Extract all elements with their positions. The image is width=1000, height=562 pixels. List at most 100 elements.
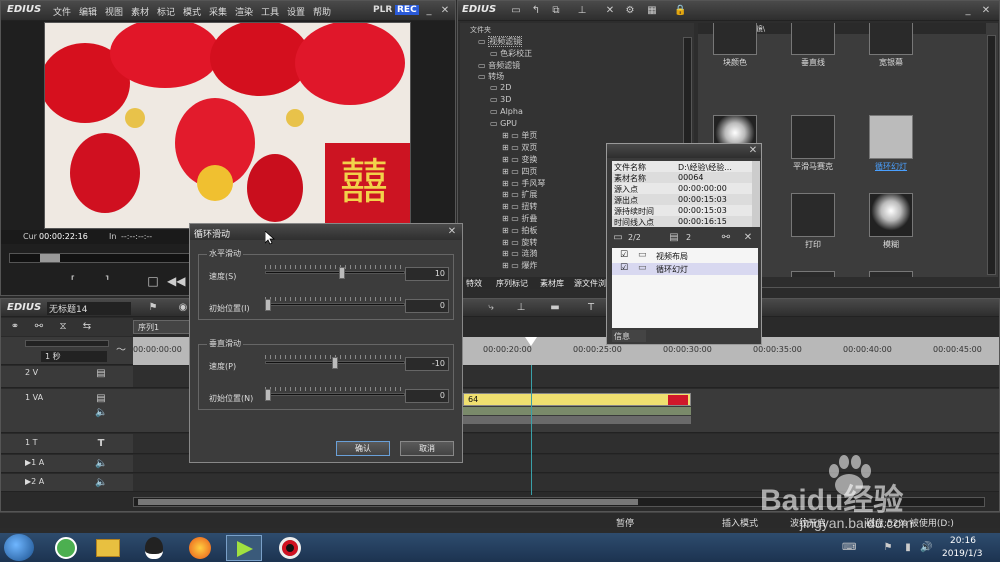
taskbar-browser-360[interactable] xyxy=(48,535,84,561)
menu-render[interactable]: 渲染 xyxy=(235,5,253,18)
v-init-knob[interactable] xyxy=(265,389,271,401)
split-icon[interactable]: ⤷ xyxy=(485,302,497,314)
close-icon[interactable]: ✕ xyxy=(747,145,759,157)
menu-edit[interactable]: 编辑 xyxy=(79,5,97,18)
track-header-1a[interactable]: ▶1 A 🔈 xyxy=(1,455,133,473)
audio-speaker-icon[interactable]: 🔈 xyxy=(95,458,107,470)
tray-flag-icon[interactable]: ⚑ xyxy=(882,542,894,554)
menu-settings[interactable]: 设置 xyxy=(287,5,305,18)
effect-thumbnail[interactable] xyxy=(791,115,835,159)
scrubber-knob[interactable] xyxy=(40,254,60,262)
tree-item[interactable]: ⊞ ▭ 单页 xyxy=(502,130,537,141)
sync-icon[interactable]: ⇆ xyxy=(81,321,93,333)
close-icon[interactable]: ✕ xyxy=(980,5,992,17)
h-init-slider[interactable] xyxy=(265,303,405,306)
tree-item[interactable]: ⊞ ▭ 涟漪 xyxy=(502,248,537,259)
clock-time[interactable]: 20:16 xyxy=(950,536,976,546)
filter-row[interactable]: ☑ ▭ 循环幻灯 xyxy=(612,263,758,275)
insert-icon[interactable]: ⊥ xyxy=(576,5,588,17)
rec-label[interactable]: REC xyxy=(395,5,419,15)
audio-speaker-icon[interactable]: 🔈 xyxy=(95,407,107,419)
tree-item[interactable]: ⊞ ▭ 手风琴 xyxy=(502,178,545,189)
link-icon[interactable]: ⚯ xyxy=(720,232,732,244)
effect-thumbnail[interactable] xyxy=(869,193,913,237)
v-speed-value[interactable]: -10 xyxy=(405,357,449,371)
h-speed-slider[interactable] xyxy=(265,271,405,274)
tree-item[interactable]: ▭ 视频滤镜 xyxy=(478,36,523,47)
view-icon[interactable]: ▦ xyxy=(646,5,658,17)
ok-button[interactable]: 确认 xyxy=(336,441,390,456)
effect-thumbnail[interactable] xyxy=(869,115,913,159)
v-speed-knob[interactable] xyxy=(332,357,338,369)
h-init-knob[interactable] xyxy=(265,299,271,311)
tree-item[interactable]: ⊞ ▭ 扩展 xyxy=(502,189,537,200)
tree-item[interactable]: ▭ 转场 xyxy=(478,71,504,82)
mode-icon[interactable]: ⚭ xyxy=(9,321,21,333)
menu-capture[interactable]: 采集 xyxy=(209,5,227,18)
clip-video[interactable]: 64 xyxy=(463,393,691,406)
scale-slider[interactable] xyxy=(25,340,109,347)
folder-icon[interactable]: ▭ xyxy=(510,5,522,17)
minimize-icon[interactable]: _ xyxy=(423,5,435,17)
filter-row[interactable]: ☑ ▭ 视频布局 xyxy=(612,250,758,262)
tree-item[interactable]: ▭ GPU xyxy=(490,119,517,128)
menu-file[interactable]: 文件 xyxy=(53,5,71,18)
mark-in-icon[interactable]: ⸢ xyxy=(67,275,79,287)
close-icon[interactable]: ✕ xyxy=(446,226,458,238)
snapshot-icon[interactable]: ◉ xyxy=(177,302,189,314)
delete-icon[interactable]: ✕ xyxy=(604,5,616,17)
tree-item[interactable]: ⊞ ▭ 双页 xyxy=(502,142,537,153)
tab-effects[interactable]: 特效 xyxy=(466,278,482,289)
tree-item[interactable]: ⊞ ▭ 变换 xyxy=(502,154,537,165)
v-init-value[interactable]: 0 xyxy=(405,389,449,403)
taskbar-firefox[interactable] xyxy=(182,535,218,561)
tree-item[interactable]: ⊞ ▭ 四页 xyxy=(502,166,537,177)
effect-thumbnail[interactable] xyxy=(869,23,913,55)
tab-sequence-markers[interactable]: 序列标记 xyxy=(496,278,528,289)
delete-icon[interactable]: ✕ xyxy=(742,232,754,244)
rewind-icon[interactable]: ◀◀ xyxy=(167,275,185,287)
ripple-icon[interactable]: ▬ xyxy=(549,302,561,314)
audio-speaker-icon[interactable]: 🔈 xyxy=(95,477,107,489)
menu-clip[interactable]: 素材 xyxy=(131,5,149,18)
sequence-tab[interactable]: 序列1 xyxy=(133,320,193,334)
tree-item[interactable]: ⊞ ▭ 爆炸 xyxy=(502,260,537,271)
title-track-icon[interactable]: T xyxy=(95,438,107,450)
filter-checkbox[interactable]: ☑ xyxy=(620,250,628,260)
h-speed-value[interactable]: 10 xyxy=(405,267,449,281)
close-icon[interactable]: ✕ xyxy=(439,5,451,17)
properties-icon[interactable]: ⚙ xyxy=(624,5,636,17)
tree-item[interactable]: ▭ 色彩校正 xyxy=(490,48,532,59)
add-clip-icon[interactable]: ⧉ xyxy=(550,5,562,17)
start-button[interactable] xyxy=(4,534,34,561)
taskbar-edius[interactable] xyxy=(226,535,262,561)
menu-help[interactable]: 帮助 xyxy=(313,5,331,18)
v-init-slider[interactable] xyxy=(265,393,405,396)
cancel-button[interactable]: 取消 xyxy=(400,441,454,456)
link-icon[interactable]: ⚯ xyxy=(33,321,45,333)
up-folder-icon[interactable]: ↰ xyxy=(530,5,542,17)
menu-marker[interactable]: 标记 xyxy=(157,5,175,18)
marker-icon[interactable]: ⊥ xyxy=(515,302,527,314)
tree-item[interactable]: ▭ 3D xyxy=(490,95,511,104)
tray-keyboard-icon[interactable]: ⌨ xyxy=(842,542,856,554)
group-icon[interactable]: ⧖ xyxy=(57,321,69,333)
clock-date[interactable]: 2019/1/3 xyxy=(942,549,982,559)
menu-view[interactable]: 视图 xyxy=(105,5,123,18)
timeline-scroll-thumb[interactable] xyxy=(138,499,638,505)
scale-label[interactable]: 1 秒 xyxy=(41,351,107,362)
tree-item[interactable]: ⊞ ▭ 旋转 xyxy=(502,237,537,248)
effect-thumbnail[interactable] xyxy=(713,23,757,55)
effect-thumbnail[interactable] xyxy=(869,271,913,277)
wave-icon[interactable]: 〜 xyxy=(115,345,127,357)
tree-item[interactable]: ▭ 2D xyxy=(490,83,511,92)
tree-item[interactable]: ▭ Alpha xyxy=(490,107,523,116)
mark-out-icon[interactable]: ⸣ xyxy=(101,275,113,287)
effect-thumbnail[interactable] xyxy=(791,271,835,277)
minimize-icon[interactable]: _ xyxy=(962,5,974,17)
track-header-1t[interactable]: 1 T T xyxy=(1,434,133,454)
gallery-scrollbar[interactable] xyxy=(987,35,996,275)
tree-item[interactable]: ⊞ ▭ 拍板 xyxy=(502,225,537,236)
h-init-value[interactable]: 0 xyxy=(405,299,449,313)
taskbar-recorder[interactable] xyxy=(272,535,308,561)
